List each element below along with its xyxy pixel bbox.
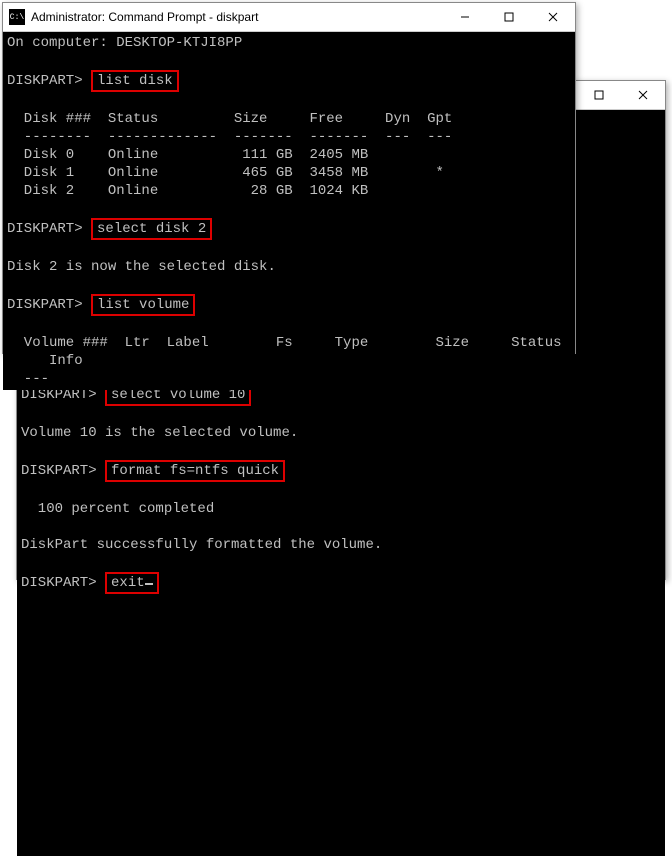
volume-table-sep: --- [7,371,49,387]
prompt: DISKPART> [21,463,97,479]
minimize-button[interactable] [443,3,487,31]
table-row: Disk 1 Online 465 GB 3458 MB * [7,165,444,181]
command-select-disk: select disk 2 [91,218,212,240]
titlebar-front[interactable]: C:\ Administrator: Command Prompt - disk… [3,3,575,32]
table-row: Disk 2 Online 28 GB 1024 KB [7,183,368,199]
format-progress: 100 percent completed [21,501,214,517]
close-button[interactable] [621,81,665,109]
prompt: DISKPART> [7,297,83,313]
maximize-button[interactable] [577,81,621,109]
volume-selected-msg: Volume 10 is the selected volume. [21,425,298,441]
format-success-msg: DiskPart successfully formatted the volu… [21,537,382,553]
window-title-front: Administrator: Command Prompt - diskpart [31,10,443,24]
command-list-disk: list disk [91,70,179,92]
cmd-window-front: C:\ Administrator: Command Prompt - disk… [2,2,576,354]
command-exit: exit [105,572,159,594]
disk-table-sep: -------- ------------- ------- ------- -… [7,129,452,145]
maximize-button[interactable] [487,3,531,31]
table-row: Disk 0 Online 111 GB 2405 MB [7,147,368,163]
prompt: DISKPART> [7,73,83,89]
terminal-output-front[interactable]: On computer: DESKTOP-KTJI8PP DISKPART> l… [3,32,575,390]
prompt: DISKPART> [7,221,83,237]
prompt: DISKPART> [21,575,97,591]
cmd-icon: C:\ [9,9,25,25]
close-button[interactable] [531,3,575,31]
command-format: format fs=ntfs quick [105,460,285,482]
volume-table-header: Volume ### Ltr Label Fs Type Size Status… [7,335,562,369]
computer-line: On computer: DESKTOP-KTJI8PP [7,35,242,51]
disk-table-header: Disk ### Status Size Free Dyn Gpt [7,111,452,127]
disk-selected-msg: Disk 2 is now the selected disk. [7,259,276,275]
window-controls-front [443,3,575,31]
command-list-volume: list volume [91,294,195,316]
